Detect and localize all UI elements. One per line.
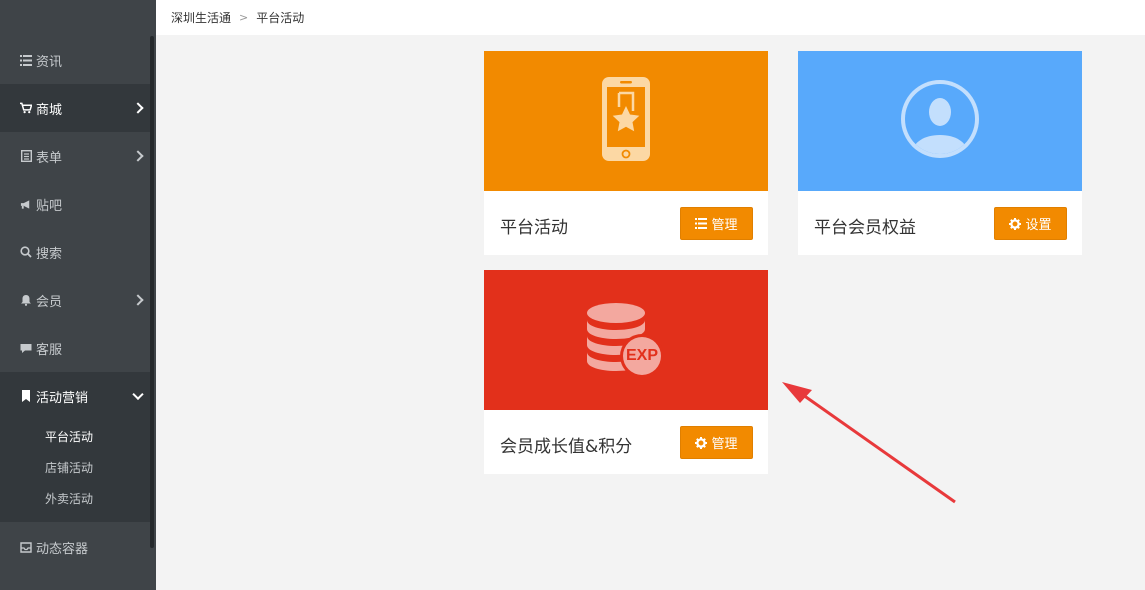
marketing-submenu: 平台活动 店铺活动 外卖活动 <box>0 420 150 522</box>
manage-button[interactable]: 管理 <box>680 207 753 240</box>
sidebar-item-label: 动态容器 <box>36 541 89 557</box>
sidebar-item-label: 资讯 <box>36 54 63 70</box>
sidebar-item-label: 会员 <box>36 294 63 310</box>
chevron-right-icon <box>132 102 144 114</box>
card-member-benefits: 平台会员权益 设置 <box>798 51 1082 255</box>
submenu-item-shop-activity[interactable]: 店铺活动 <box>45 459 93 476</box>
gear-icon <box>695 436 708 449</box>
phone-star-icon <box>600 75 652 167</box>
card-growth-points: EXP 会员成长值&积分 管理 <box>484 270 768 474</box>
card-platform-activity: 平台活动 管理 <box>484 51 768 255</box>
sidebar-item-member[interactable]: 会员 <box>0 276 150 324</box>
breadcrumb: 深圳生活通 > 平台活动 <box>156 0 1145 35</box>
sidebar-item-forum[interactable]: 贴吧 <box>0 180 150 228</box>
button-label: 管理 <box>711 437 738 452</box>
user-avatar-icon <box>898 77 982 165</box>
sidebar-item-marketing[interactable]: 活动营销 <box>0 372 150 420</box>
sidebar-item-service[interactable]: 客服 <box>0 324 150 372</box>
form-icon <box>20 150 32 162</box>
card-title: 平台活动 <box>500 218 568 238</box>
chat-icon <box>20 342 32 354</box>
manage-button[interactable]: 管理 <box>680 426 753 459</box>
sidebar-item-search[interactable]: 搜索 <box>0 228 150 276</box>
breadcrumb-separator-icon: > <box>239 11 249 24</box>
bookmark-icon <box>20 390 32 402</box>
sidebar: 资讯 商城 表单 贴吧 搜索 会员 客服 活动营销 平台活动 店铺活动 外卖活动… <box>0 0 156 590</box>
sidebar-item-news[interactable]: 资讯 <box>0 36 150 84</box>
breadcrumb-current: 平台活动 <box>256 11 305 25</box>
search-icon <box>20 246 32 258</box>
list-icon <box>695 218 708 229</box>
sidebar-item-label: 表单 <box>36 150 63 166</box>
sidebar-item-mall[interactable]: 商城 <box>0 84 150 132</box>
sidebar-scrollbar[interactable] <box>150 36 154 548</box>
database-exp-icon: EXP <box>586 300 666 380</box>
sidebar-item-dynamic-container[interactable]: 动态容器 <box>0 523 150 571</box>
chevron-down-icon <box>132 388 144 401</box>
settings-button[interactable]: 设置 <box>994 207 1067 240</box>
sidebar-item-label: 活动营销 <box>36 390 89 406</box>
submenu-item-takeout-activity[interactable]: 外卖活动 <box>45 490 93 507</box>
button-label: 设置 <box>1025 218 1052 233</box>
breadcrumb-root[interactable]: 深圳生活通 <box>171 9 231 26</box>
gear-icon <box>1009 217 1022 230</box>
list-icon <box>20 54 32 66</box>
submenu-item-platform-activity[interactable]: 平台活动 <box>45 428 93 445</box>
button-label: 管理 <box>711 218 738 233</box>
sidebar-item-label: 贴吧 <box>36 198 63 214</box>
chevron-right-icon <box>132 294 144 306</box>
card-banner <box>484 51 768 191</box>
card-banner <box>798 51 1082 191</box>
sidebar-item-form[interactable]: 表单 <box>0 132 150 180</box>
bell-icon <box>20 294 32 306</box>
cart-icon <box>20 102 32 114</box>
sidebar-item-label: 搜索 <box>36 246 63 262</box>
sidebar-item-label: 客服 <box>36 342 63 358</box>
exp-badge: EXP <box>625 347 658 364</box>
card-banner: EXP <box>484 270 768 410</box>
card-title: 平台会员权益 <box>814 218 916 238</box>
card-title: 会员成长值&积分 <box>500 437 633 457</box>
inbox-icon <box>20 541 32 553</box>
sidebar-item-label: 商城 <box>36 102 63 118</box>
bullhorn-icon <box>20 198 32 210</box>
chevron-right-icon <box>132 150 144 162</box>
